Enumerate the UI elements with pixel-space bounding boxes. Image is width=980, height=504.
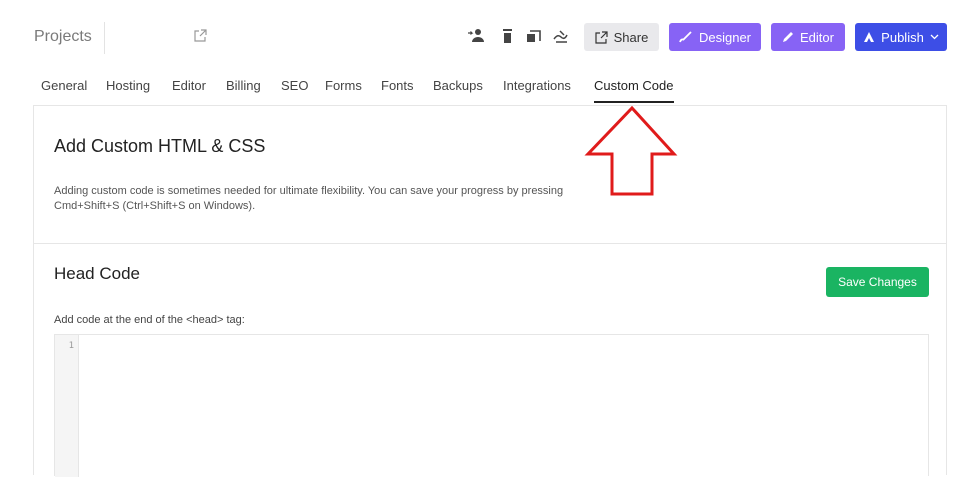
section-divider — [34, 243, 946, 244]
chevron-down-icon — [930, 34, 939, 40]
head-code-editor[interactable]: 1 — [54, 334, 929, 477]
publish-logo-icon — [864, 32, 875, 42]
tab-backups[interactable]: Backups — [433, 78, 483, 93]
share-button[interactable]: Share — [584, 23, 659, 51]
line-number: 1 — [68, 341, 74, 351]
gesture-icon[interactable] — [552, 28, 570, 44]
tab-fonts[interactable]: Fonts — [381, 78, 414, 93]
active-tab-indicator — [594, 101, 674, 103]
custom-code-panel: Add Custom HTML & CSS Adding custom code… — [33, 105, 947, 477]
head-code-title: Head Code — [54, 264, 141, 283]
tab-seo[interactable]: SEO — [281, 78, 308, 93]
designer-button[interactable]: Designer — [669, 23, 761, 51]
tab-hosting[interactable]: Hosting — [106, 78, 150, 93]
trash-icon[interactable] — [499, 28, 517, 44]
toolbar-divider — [104, 22, 105, 54]
brush-icon — [679, 31, 692, 43]
save-changes-button[interactable]: Save Changes — [826, 267, 929, 297]
line-number-gutter: 1 — [55, 335, 79, 477]
designer-label: Designer — [698, 29, 752, 45]
publish-button[interactable]: Publish — [855, 23, 947, 51]
section-description: Adding custom code is sometimes needed f… — [54, 185, 564, 212]
settings-tabs: General Hosting Editor Billing SEO Forms… — [0, 70, 980, 104]
tab-integrations[interactable]: Integrations — [503, 78, 571, 93]
tab-billing[interactable]: Billing — [226, 78, 261, 93]
stack-icon[interactable] — [525, 28, 543, 44]
tab-general[interactable]: General — [41, 78, 87, 93]
person-icon[interactable] — [467, 28, 485, 44]
external-link-icon[interactable] — [192, 28, 208, 44]
projects-link[interactable]: Projects — [34, 28, 92, 46]
tab-custom-code[interactable]: Custom Code — [594, 78, 673, 93]
top-toolbar: Projects Share Designer Editor Publish — [0, 0, 980, 70]
annotation-arrow-icon — [584, 106, 678, 196]
tab-editor[interactable]: Editor — [172, 78, 206, 93]
share-label: Share — [613, 29, 649, 45]
tab-forms[interactable]: Forms — [325, 78, 362, 93]
section-title: Add Custom HTML & CSS — [54, 136, 266, 156]
head-code-label: Add code at the end of the <head> tag: — [54, 314, 245, 326]
share-icon — [595, 30, 608, 44]
editor-label: Editor — [800, 29, 834, 45]
pencil-icon — [783, 32, 794, 42]
editor-button[interactable]: Editor — [771, 23, 845, 51]
publish-label: Publish — [881, 29, 924, 45]
